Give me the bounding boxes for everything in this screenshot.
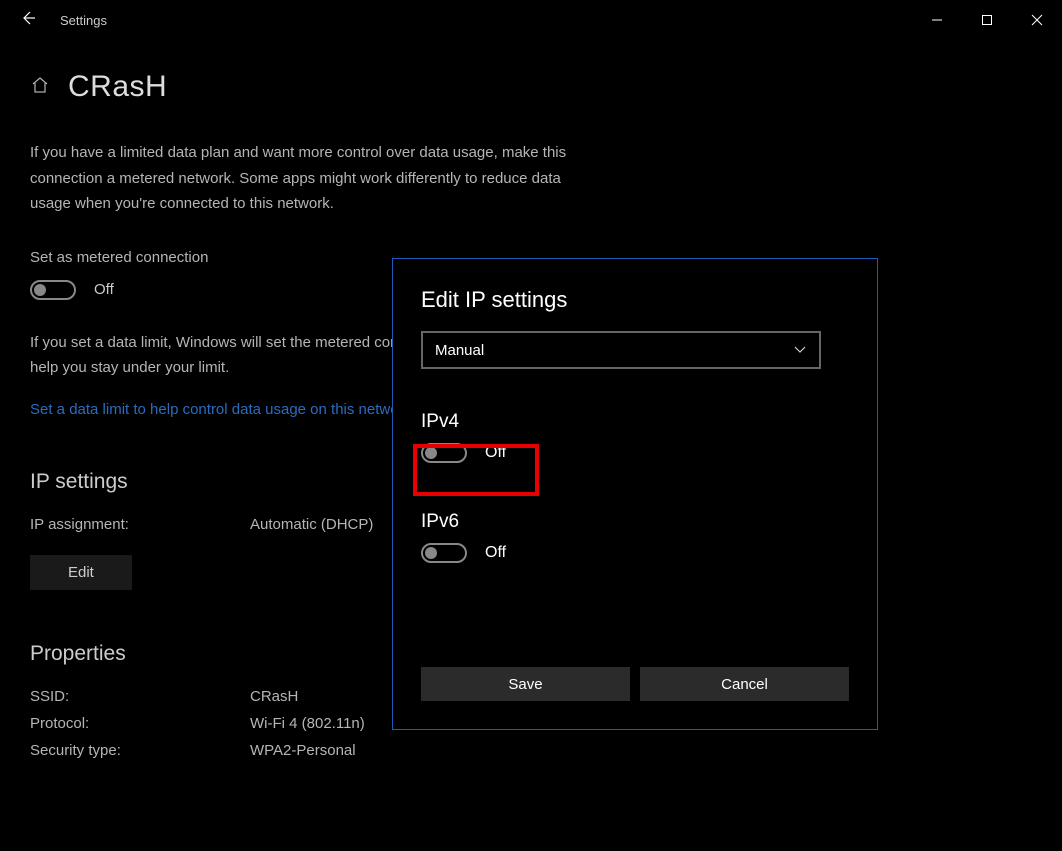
property-value: Wi-Fi 4 (802.11n) (250, 715, 365, 732)
close-button[interactable] (1012, 0, 1062, 40)
dropdown-value: Manual (435, 342, 484, 359)
dialog-title: Edit IP settings (421, 287, 849, 313)
app-title: Settings (60, 13, 107, 28)
minimize-button[interactable] (912, 0, 962, 40)
ip-mode-dropdown[interactable]: Manual (421, 331, 821, 369)
property-key: Protocol: (30, 715, 250, 732)
ipv6-state: Off (485, 544, 506, 562)
maximize-button[interactable] (962, 0, 1012, 40)
ip-assignment-value: Automatic (DHCP) (250, 516, 373, 533)
window-controls (912, 0, 1062, 40)
cancel-button[interactable]: Cancel (640, 667, 849, 701)
metered-state: Off (94, 281, 114, 298)
save-button[interactable]: Save (421, 667, 630, 701)
chevron-down-icon (793, 342, 807, 359)
ipv6-toggle[interactable] (421, 543, 467, 563)
dialog-buttons: Save Cancel (421, 667, 849, 701)
home-icon[interactable] (30, 75, 50, 100)
property-key: SSID: (30, 688, 250, 705)
titlebar: Settings (0, 0, 1062, 40)
property-value: WPA2-Personal (250, 742, 356, 759)
back-icon[interactable] (20, 10, 36, 31)
ipv4-toggle-row: Off (421, 443, 849, 463)
ipv4-label: IPv4 (421, 411, 849, 433)
property-value: CRasH (250, 688, 298, 705)
property-row: Security type: WPA2-Personal (30, 742, 1032, 759)
ip-assignment-key: IP assignment: (30, 516, 250, 533)
edit-ip-dialog: Edit IP settings Manual IPv4 Off IPv6 Of… (392, 258, 878, 730)
metered-toggle[interactable] (30, 280, 76, 300)
page-header: CRasH (30, 70, 1032, 104)
ipv6-toggle-row: Off (421, 543, 849, 563)
property-key: Security type: (30, 742, 250, 759)
ipv4-toggle[interactable] (421, 443, 467, 463)
titlebar-left: Settings (0, 10, 107, 31)
ipv4-state: Off (485, 444, 506, 462)
edit-button[interactable]: Edit (30, 555, 132, 590)
metered-description: If you have a limited data plan and want… (30, 140, 590, 217)
page-title: CRasH (68, 70, 167, 104)
ipv6-label: IPv6 (421, 511, 849, 533)
